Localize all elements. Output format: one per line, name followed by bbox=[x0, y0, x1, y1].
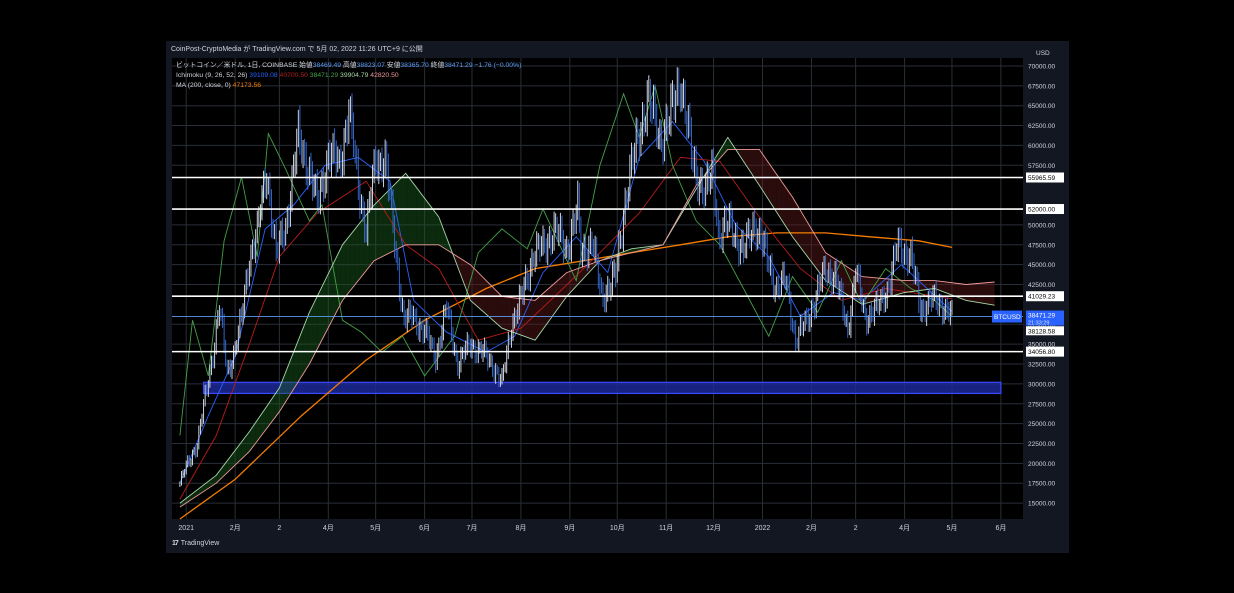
y-tick-label: 47500.00 bbox=[1028, 242, 1055, 249]
legend-row-price: ビットコイン／米ドル, 1日, COINBASE 始値38469.49 高値38… bbox=[176, 60, 521, 69]
ichimoku-cloud-segment bbox=[364, 211, 370, 273]
x-tick-label: 12月 bbox=[706, 524, 721, 532]
countdown-label: 21:33:29 bbox=[1028, 321, 1049, 327]
ichimoku-cloud-segment bbox=[966, 284, 971, 302]
ichimoku-cloud-segment bbox=[989, 281, 995, 306]
ichimoku-cloud-segment bbox=[345, 234, 351, 297]
ichimoku-cloud-segment bbox=[492, 286, 498, 325]
ichimoku-cloud-segment bbox=[824, 250, 829, 283]
ichimoku-cloud-segment bbox=[535, 296, 540, 341]
y-tick-label: 65000.00 bbox=[1028, 103, 1055, 110]
x-tick-label: 7月 bbox=[467, 524, 478, 532]
ichimoku-cloud-segment bbox=[411, 181, 417, 245]
ichimoku-cloud-segment bbox=[340, 240, 346, 304]
y-tick-label: 60000.00 bbox=[1028, 143, 1055, 150]
footer-logo-text: TradingView bbox=[180, 540, 220, 547]
x-tick-label: 5月 bbox=[946, 524, 957, 532]
ichimoku-cloud-segment bbox=[350, 228, 356, 291]
y-tick-label: 42500.00 bbox=[1028, 282, 1055, 289]
ichimoku-cloud-segment bbox=[421, 194, 427, 245]
ichimoku-cloud-segment bbox=[985, 282, 990, 305]
x-tick-label: 2月 bbox=[806, 524, 817, 532]
ichimoku-cloud-segment bbox=[326, 267, 332, 331]
ichimoku-cloud-segment bbox=[980, 282, 986, 304]
ichimoku-cloud-segment bbox=[928, 280, 934, 290]
level-label: 55965.59 bbox=[1028, 175, 1055, 182]
y-tick-label: 20000.00 bbox=[1028, 461, 1055, 468]
ichimoku-cloud-segment bbox=[970, 283, 976, 302]
ichimoku-cloud-segment bbox=[426, 200, 431, 245]
ichimoku-cloud-segment bbox=[336, 248, 341, 313]
x-tick-label: 6月 bbox=[419, 524, 430, 532]
y-tick-label: 25000.00 bbox=[1028, 421, 1055, 428]
y-tick-label: 57500.00 bbox=[1028, 163, 1055, 170]
ichimoku-cloud-segment bbox=[961, 283, 967, 301]
ichimoku-cloud-segment bbox=[828, 254, 834, 286]
x-tick-label: 5月 bbox=[370, 524, 381, 532]
ichimoku-cloud-segment bbox=[407, 175, 412, 245]
ichimoku-cloud-segment bbox=[866, 277, 872, 304]
y-tick-label: 30000.00 bbox=[1028, 381, 1055, 388]
level-label: 41029.23 bbox=[1028, 294, 1055, 301]
x-tick-label: 8月 bbox=[515, 524, 526, 532]
ichimoku-cloud-segment bbox=[359, 216, 365, 279]
symbol-badge-label: BTCUSD bbox=[994, 314, 1021, 321]
ichimoku-cloud-segment bbox=[331, 257, 337, 322]
y-tick-label: 67500.00 bbox=[1028, 83, 1055, 90]
x-tick-label: 2 bbox=[854, 525, 858, 532]
y-tick-label: 45000.00 bbox=[1028, 262, 1055, 269]
footer: 17 TradingView bbox=[172, 540, 219, 547]
ichimoku-cloud-segment bbox=[975, 283, 981, 303]
legend-row-ma: MA (200, close, 0) 47173.56 bbox=[176, 82, 261, 89]
y-tick-label: 32500.00 bbox=[1028, 362, 1055, 369]
ichimoku-cloud-segment bbox=[321, 276, 327, 340]
ichimoku-cloud-segment bbox=[530, 299, 536, 341]
ichimoku-cloud-segment bbox=[416, 187, 422, 245]
legend-row-ichimoku: Ichimoku (9, 26, 52, 26) 39109.08 40700.… bbox=[176, 72, 399, 79]
ichimoku-cloud-segment bbox=[388, 185, 394, 254]
ichimoku-cloud-segment bbox=[501, 296, 507, 330]
currency-label: USD bbox=[1036, 50, 1050, 57]
y-tick-label: 17500.00 bbox=[1028, 481, 1055, 488]
ichimoku-cloud-segment bbox=[473, 267, 479, 308]
x-tick-label: 2022 bbox=[755, 525, 771, 532]
y-tick-label: 50000.00 bbox=[1028, 222, 1055, 229]
y-tick-label: 70000.00 bbox=[1028, 63, 1055, 70]
ichimoku-cloud-segment bbox=[402, 175, 408, 247]
y-tick-label: 62500.00 bbox=[1028, 123, 1055, 130]
x-tick-label: 2021 bbox=[178, 525, 194, 532]
tradingview-logo-icon: 17 bbox=[172, 540, 179, 547]
ichimoku-cloud-segment bbox=[914, 280, 919, 292]
ichimoku-cloud-segment bbox=[951, 282, 957, 297]
chart-svg[interactable]: 2021 2月 2 4月 5月 6月 7月 8月 9月 10月 11月 12月 2022 2月 2 4月 5月 6… bbox=[166, 41, 1069, 553]
y-tick-label: 27500.00 bbox=[1028, 401, 1055, 408]
x-tick-label: 2月 bbox=[230, 524, 241, 532]
ichimoku-cloud-segment bbox=[383, 190, 389, 256]
x-tick-label: 4月 bbox=[323, 524, 334, 532]
level-label: 34056.80 bbox=[1028, 349, 1055, 356]
x-tick-label: 6月 bbox=[995, 524, 1006, 532]
ichimoku-cloud-segment bbox=[511, 297, 517, 334]
ichimoku-cloud-segment bbox=[369, 205, 375, 267]
chart-frame: CoinPost-CryptoMedia が TradingView.com で… bbox=[166, 41, 1069, 553]
level-label: 52000.00 bbox=[1028, 207, 1055, 214]
ichimoku-cloud-segment bbox=[506, 297, 512, 332]
x-tick-label: 11月 bbox=[659, 524, 673, 532]
ichimoku-cloud-segment bbox=[890, 279, 896, 297]
axis-badge-label: 38128.58 bbox=[1028, 328, 1055, 335]
y-tick-label: 22500.00 bbox=[1028, 441, 1055, 448]
ichimoku-cloud-segment bbox=[355, 222, 360, 285]
support-zone bbox=[202, 381, 1002, 395]
x-tick-label: 10月 bbox=[610, 524, 625, 532]
ichimoku-cloud-segment bbox=[497, 291, 502, 329]
x-tick-label: 9月 bbox=[564, 524, 575, 532]
x-tick-label: 4月 bbox=[899, 524, 910, 532]
y-tick-label: 15000.00 bbox=[1028, 501, 1055, 508]
x-tick-label: 2 bbox=[277, 525, 281, 532]
ichimoku-cloud-segment bbox=[895, 279, 900, 296]
last-price-label: 38471.29 bbox=[1028, 313, 1055, 320]
